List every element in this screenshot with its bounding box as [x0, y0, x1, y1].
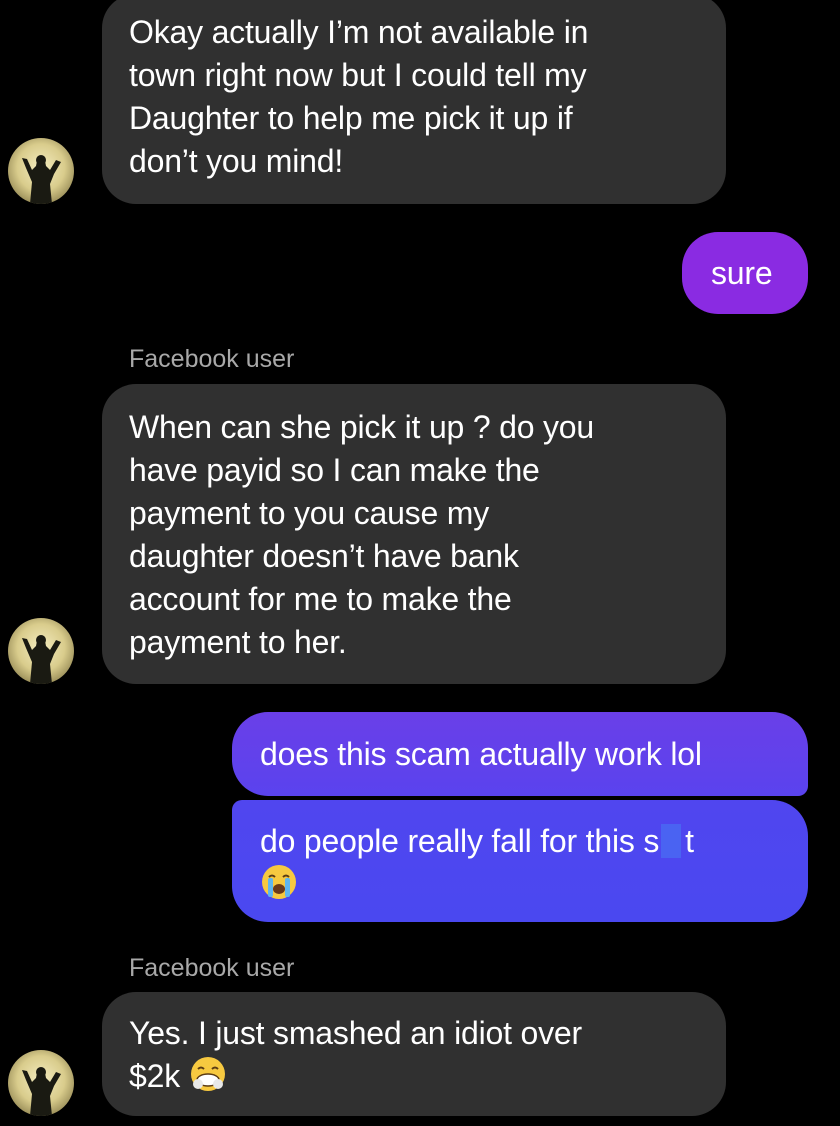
message-line: Okay actually I’m not available in — [129, 14, 589, 50]
message-line: don’t you mind! — [129, 143, 344, 179]
loudly-crying-face-emoji — [260, 863, 298, 912]
message-line: Yes. I just smashed an idiot over — [129, 1015, 582, 1051]
profile-avatar-icon — [8, 1050, 74, 1116]
message-line: have payid so I can make the — [129, 452, 540, 488]
sender-avatar[interactable] — [8, 138, 74, 204]
message-text: do people really fall for this s — [260, 823, 660, 859]
outgoing-message-bubble[interactable]: does this scam actually work lol — [232, 712, 808, 796]
message-text: $2k — [129, 1058, 180, 1094]
outgoing-message-bubble[interactable]: do people really fall for this s t — [232, 800, 808, 922]
message-text: does this scam actually work lol — [260, 736, 702, 772]
outgoing-message-bubble[interactable]: sure — [682, 232, 808, 314]
message-line: payment to you cause my — [129, 495, 490, 531]
sender-name-label: Facebook user — [129, 345, 295, 373]
profile-avatar-icon — [8, 138, 74, 204]
messenger-chat-screen: Okay actually I’m not available in town … — [0, 0, 840, 1126]
profile-avatar-icon — [8, 618, 74, 684]
incoming-message-bubble[interactable]: Yes. I just smashed an idiot over $2k — [102, 992, 726, 1116]
message-line: daughter doesn’t have bank — [129, 538, 519, 574]
incoming-message-bubble[interactable]: Okay actually I’m not available in town … — [102, 0, 726, 204]
incoming-message-bubble[interactable]: When can she pick it up ? do you have pa… — [102, 384, 726, 684]
message-line: town right now but I could tell my — [129, 57, 587, 93]
censor-block — [661, 824, 682, 858]
message-text-tail: t — [685, 823, 694, 859]
message-line — [260, 863, 808, 903]
message-text: sure — [711, 255, 773, 291]
sender-avatar[interactable] — [8, 1050, 74, 1116]
message-line: account for me to make the — [129, 581, 512, 617]
grimacing-sweat-face-emoji — [189, 1055, 227, 1104]
message-line: payment to her. — [129, 624, 347, 660]
message-line: Daughter to help me pick it up if — [129, 100, 573, 136]
message-line: When can she pick it up ? do you — [129, 409, 594, 445]
message-line: do people really fall for this s t — [260, 820, 808, 863]
sender-name-label: Facebook user — [129, 954, 295, 982]
message-line: $2k — [129, 1055, 700, 1104]
sender-avatar[interactable] — [8, 618, 74, 684]
